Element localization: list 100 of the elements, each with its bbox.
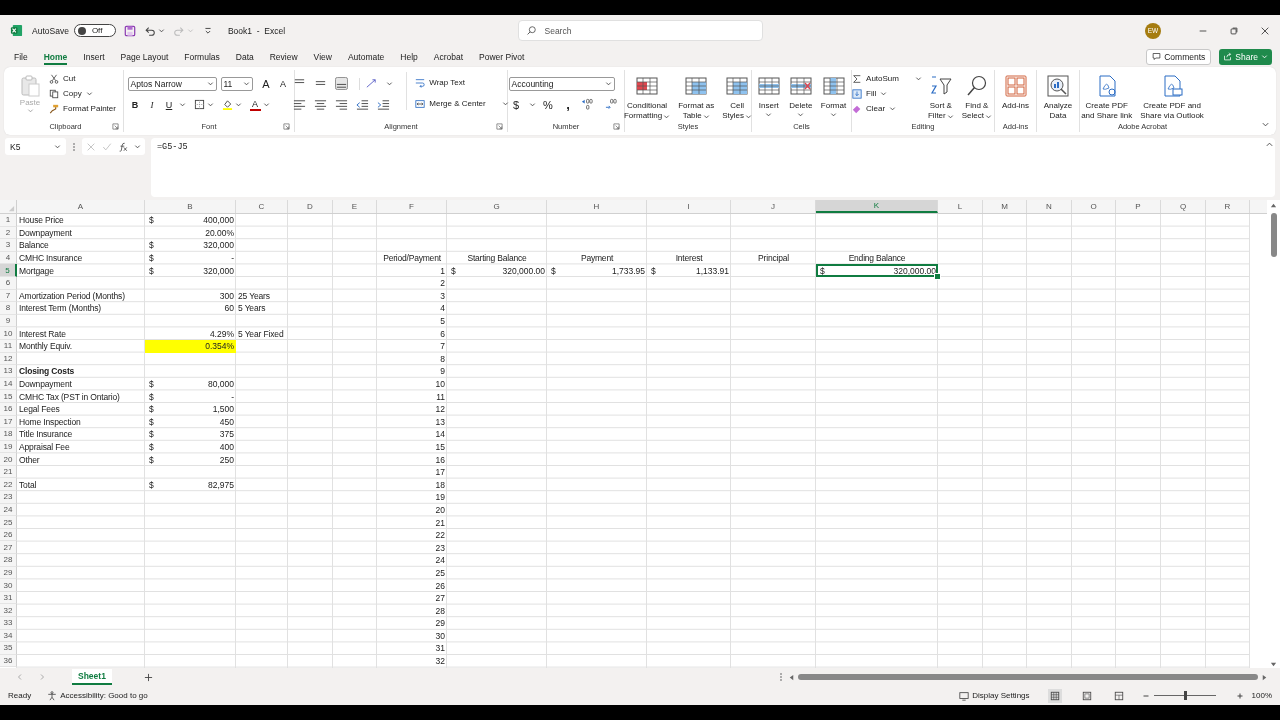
launcher-icon[interactable] bbox=[496, 123, 503, 130]
share-button[interactable]: Share bbox=[1219, 48, 1272, 65]
autosave-toggle[interactable]: Off bbox=[73, 24, 116, 37]
zoom-level[interactable]: 100% bbox=[1251, 691, 1272, 700]
ribbon-button[interactable]: Add-ins bbox=[999, 72, 1032, 111]
launcher-icon[interactable] bbox=[283, 123, 290, 130]
column-header[interactable]: D bbox=[288, 200, 333, 213]
ribbon-tab[interactable]: Review bbox=[261, 48, 306, 65]
row-header[interactable]: 27 bbox=[0, 541, 17, 555]
ribbon-button[interactable]: Cut bbox=[49, 72, 116, 85]
name-box[interactable]: K5 bbox=[5, 138, 66, 155]
align-icon[interactable] bbox=[335, 98, 349, 111]
column-header[interactable]: N bbox=[1027, 200, 1072, 213]
grow-font-button[interactable]: A bbox=[258, 76, 274, 91]
row-header[interactable]: 15 bbox=[0, 390, 17, 403]
column-header[interactable]: B bbox=[145, 200, 236, 213]
row-header[interactable]: 28 bbox=[0, 554, 17, 567]
scrollbar[interactable] bbox=[788, 673, 1268, 681]
row-header[interactable]: 20 bbox=[0, 453, 17, 466]
more-icon[interactable] bbox=[779, 671, 783, 683]
ribbon-button[interactable]: Delete bbox=[786, 72, 815, 118]
sheet-tab[interactable]: Sheet1 bbox=[72, 669, 112, 685]
align-icon[interactable] bbox=[335, 77, 349, 90]
ribbon-tab[interactable]: Page Layout bbox=[112, 48, 177, 65]
ribbon-tab[interactable]: Formulas bbox=[176, 48, 228, 65]
row-header[interactable]: 13 bbox=[0, 365, 17, 378]
row-header[interactable]: 35 bbox=[0, 642, 17, 655]
row-header[interactable]: 18 bbox=[0, 428, 17, 441]
ribbon-button[interactable]: Format bbox=[818, 72, 849, 118]
merge-center-button[interactable]: Merge & Center bbox=[415, 97, 509, 110]
search-field[interactable]: Search bbox=[517, 20, 763, 41]
scroll-up-icon[interactable] bbox=[1270, 202, 1277, 209]
zoom-in-icon[interactable] bbox=[1235, 691, 1244, 700]
shrink-font-button[interactable]: A bbox=[275, 76, 291, 91]
decrease-decimal-icon[interactable] bbox=[604, 98, 618, 111]
caret-icon[interactable] bbox=[134, 143, 141, 150]
ribbon-tab[interactable]: File bbox=[6, 48, 36, 65]
column-header[interactable]: E bbox=[333, 200, 377, 213]
caret-icon[interactable] bbox=[262, 101, 270, 108]
align-icon[interactable] bbox=[314, 98, 328, 111]
fill-handle[interactable] bbox=[934, 272, 941, 280]
ribbon-tab[interactable]: View bbox=[305, 48, 340, 65]
formula-field[interactable]: =G5-J5 bbox=[151, 138, 1275, 197]
undo-icon[interactable] bbox=[143, 24, 156, 37]
column-header[interactable]: P bbox=[1116, 200, 1161, 213]
row-header[interactable]: 3 bbox=[0, 239, 17, 252]
font-color-button[interactable]: A bbox=[249, 98, 261, 111]
increase-decimal-icon[interactable] bbox=[580, 98, 594, 111]
ribbon-button[interactable]: Copy bbox=[49, 87, 116, 100]
caret-icon[interactable] bbox=[157, 27, 165, 34]
ribbon-button[interactable]: Find & Select bbox=[959, 72, 994, 121]
launcher-icon[interactable] bbox=[613, 123, 620, 130]
row-header[interactable]: 8 bbox=[0, 302, 17, 315]
comma-style-button[interactable]: , bbox=[560, 97, 576, 112]
font-name-field[interactable]: Aptos Narrow bbox=[127, 76, 217, 91]
row-header[interactable]: 25 bbox=[0, 516, 17, 529]
ribbon-button[interactable]: Conditional Formatting bbox=[622, 72, 673, 121]
caret-icon[interactable] bbox=[386, 80, 394, 87]
zoom-slider[interactable] bbox=[1183, 691, 1187, 700]
collapse-icon[interactable] bbox=[1261, 120, 1270, 129]
percent-button[interactable]: % bbox=[540, 97, 556, 112]
ribbon-button[interactable]: Insert bbox=[754, 72, 783, 118]
ribbon-button[interactable]: Format as Table bbox=[676, 72, 717, 121]
wrap-text-button[interactable]: Wrap Text bbox=[415, 76, 509, 89]
column-header[interactable]: K bbox=[816, 200, 938, 213]
scroll-left-icon[interactable] bbox=[788, 673, 795, 681]
fill-color-icon[interactable] bbox=[221, 99, 233, 110]
ribbon-button[interactable]: Clear bbox=[852, 102, 922, 115]
column-header[interactable]: H bbox=[547, 200, 647, 213]
ribbon-tab[interactable]: Home bbox=[35, 48, 76, 65]
caret-icon[interactable] bbox=[234, 101, 242, 108]
column-header[interactable]: C bbox=[236, 200, 288, 213]
underline-button[interactable]: U bbox=[161, 97, 177, 112]
check-icon[interactable] bbox=[102, 141, 112, 152]
caret-icon[interactable] bbox=[178, 101, 186, 108]
align-icon[interactable] bbox=[356, 98, 370, 111]
row-header[interactable]: 1 bbox=[0, 214, 17, 227]
ribbon-tab[interactable]: Help bbox=[392, 48, 426, 65]
close-icon[interactable] bbox=[1260, 25, 1270, 36]
caret-icon[interactable] bbox=[206, 101, 214, 108]
launcher-icon[interactable] bbox=[112, 123, 119, 130]
number-format-field[interactable]: Accounting bbox=[508, 76, 615, 91]
row-header[interactable]: 33 bbox=[0, 617, 17, 630]
ribbon-button[interactable]: AutoSum bbox=[852, 72, 922, 85]
align-icon[interactable] bbox=[377, 98, 391, 111]
ribbon-button[interactable]: Analyze Data bbox=[1041, 72, 1075, 121]
column-header[interactable]: I bbox=[647, 200, 731, 213]
column-header[interactable]: O bbox=[1072, 200, 1116, 213]
italic-button[interactable]: I bbox=[144, 97, 160, 112]
add-sheet-icon[interactable] bbox=[143, 672, 153, 682]
ribbon-tab[interactable]: Data bbox=[227, 48, 262, 65]
ribbon-button[interactable]: Sort & Filter bbox=[925, 72, 956, 121]
currency-button[interactable]: $ bbox=[508, 97, 524, 112]
row-header[interactable]: 32 bbox=[0, 604, 17, 617]
column-header[interactable]: M bbox=[983, 200, 1027, 213]
normal-view-icon[interactable] bbox=[1047, 688, 1062, 703]
ribbon-button[interactable]: Create PDF and Share link bbox=[1079, 72, 1135, 121]
column-header[interactable]: Q bbox=[1161, 200, 1206, 213]
column-header[interactable]: F bbox=[377, 200, 447, 213]
row-header[interactable]: 10 bbox=[0, 327, 17, 340]
